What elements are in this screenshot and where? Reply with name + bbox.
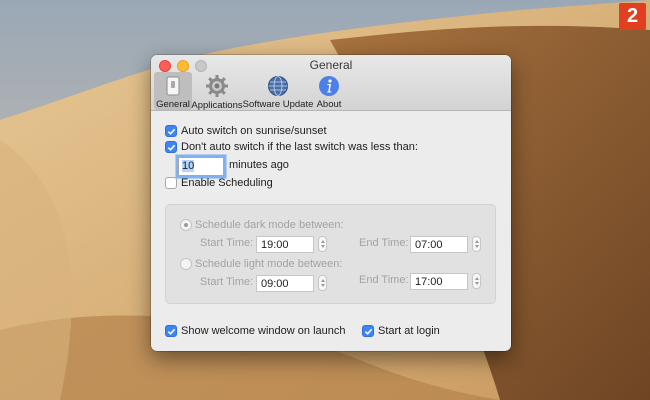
dark-start-time-field[interactable]: 19:00 <box>256 236 314 253</box>
light-end-time-label: End Time: <box>359 274 409 286</box>
start-at-login-label: Start at login <box>378 325 440 337</box>
schedule-dark-label: Schedule dark mode between: <box>195 219 344 231</box>
auto-switch-checkbox[interactable]: Auto switch on sunrise/sunset <box>165 125 327 137</box>
toolbar-tab-label: Applications <box>191 100 243 111</box>
toolbar-tab-label: Software Update <box>242 99 314 110</box>
toolbar-tab-label: General <box>156 99 190 110</box>
window-title: General <box>309 58 353 72</box>
minutes-suffix-row: minutes ago <box>229 159 289 171</box>
toolbar-tab-applications[interactable]: Applications <box>191 72 243 111</box>
schedule-light-label: Schedule light mode between: <box>195 258 343 270</box>
dark-start-label-row: Start Time: <box>200 237 253 249</box>
light-start-time-value: 09:00 <box>261 278 289 290</box>
step-number-badge: 2 <box>619 3 646 30</box>
window-titlebar: General General Applications Software Up… <box>151 55 511 111</box>
start-at-login-checkbox[interactable]: Start at login <box>362 325 440 337</box>
dark-end-time-value: 07:00 <box>415 239 443 251</box>
switch-icon <box>161 74 185 97</box>
checkbox-checked-icon <box>362 325 374 337</box>
dark-end-time-stepper[interactable] <box>472 236 481 252</box>
checkbox-checked-icon <box>165 141 177 153</box>
light-end-label-row: End Time: <box>359 274 409 286</box>
minutes-input[interactable]: 10 <box>178 157 224 176</box>
toolbar-tab-about[interactable]: About <box>314 72 344 110</box>
light-end-time-value: 17:00 <box>415 276 443 288</box>
toolbar-tab-software-update[interactable]: Software Update <box>242 72 314 110</box>
show-welcome-label: Show welcome window on launch <box>181 325 346 337</box>
schedule-dark-radio[interactable]: Schedule dark mode between: <box>180 219 344 231</box>
checkbox-unchecked-icon <box>165 177 177 189</box>
dont-auto-switch-label: Don't auto switch if the last switch was… <box>181 141 418 153</box>
checkbox-checked-icon <box>165 325 177 337</box>
preferences-window: General General Applications Software Up… <box>151 55 511 351</box>
light-end-time-field[interactable]: 17:00 <box>410 273 468 290</box>
minutes-input-value: 10 <box>182 160 195 172</box>
gear-icon <box>205 74 229 98</box>
light-start-time-field[interactable]: 09:00 <box>256 275 314 292</box>
globe-icon <box>266 74 290 97</box>
light-end-time-stepper[interactable] <box>472 273 481 289</box>
checkbox-checked-icon <box>165 125 177 137</box>
light-start-time-stepper[interactable] <box>318 275 327 291</box>
schedule-light-radio[interactable]: Schedule light mode between: <box>180 258 342 270</box>
enable-scheduling-label: Enable Scheduling <box>181 177 273 189</box>
dark-end-time-label: End Time: <box>359 237 409 249</box>
enable-scheduling-checkbox[interactable]: Enable Scheduling <box>165 177 273 189</box>
radio-unselected-icon <box>180 258 192 270</box>
toolbar-tab-label: About <box>316 99 342 110</box>
radio-selected-icon <box>180 219 192 231</box>
auto-switch-label: Auto switch on sunrise/sunset <box>181 125 327 137</box>
info-icon <box>317 74 341 97</box>
toolbar-tab-general[interactable]: General <box>154 72 192 110</box>
dark-end-time-field[interactable]: 07:00 <box>410 236 468 253</box>
light-start-label-row: Start Time: <box>200 276 253 288</box>
dark-end-label-row: End Time: <box>359 237 409 249</box>
dark-start-time-value: 19:00 <box>261 239 289 251</box>
dont-auto-switch-checkbox[interactable]: Don't auto switch if the last switch was… <box>165 141 418 153</box>
dark-start-time-label: Start Time: <box>200 237 254 249</box>
light-start-time-label: Start Time: <box>200 276 254 288</box>
dark-start-time-stepper[interactable] <box>318 236 327 252</box>
minutes-suffix-label: minutes ago <box>229 159 289 171</box>
show-welcome-checkbox[interactable]: Show welcome window on launch <box>165 325 345 337</box>
